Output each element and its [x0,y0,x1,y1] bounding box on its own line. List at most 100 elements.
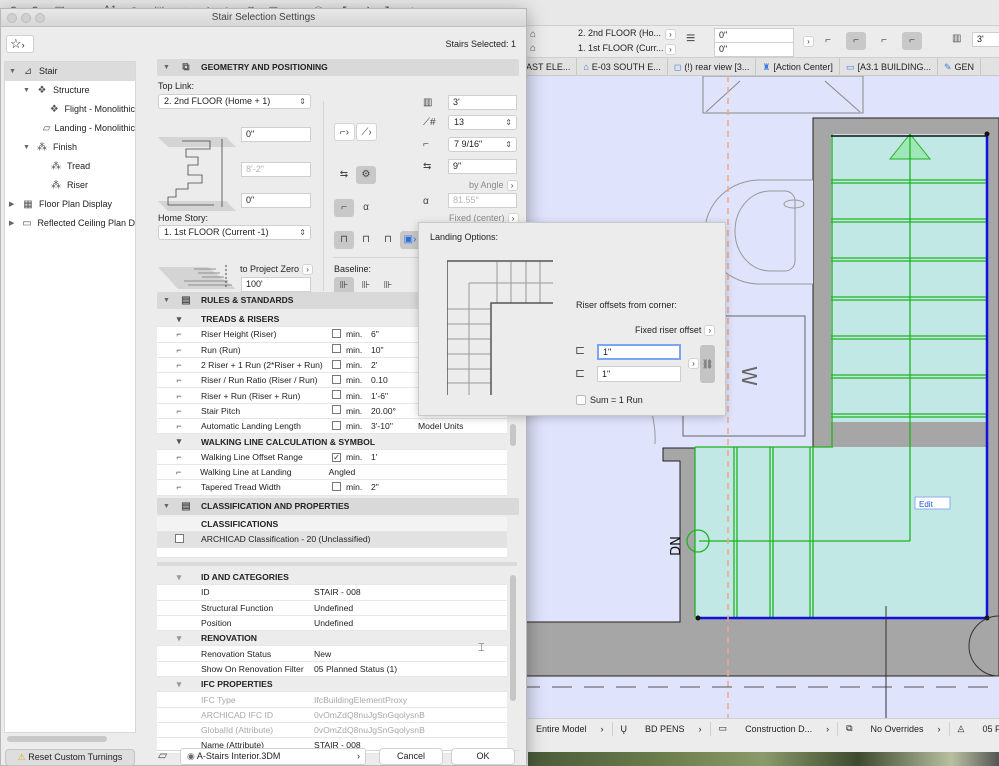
stair-type-button[interactable]: ⟋› [356,123,377,141]
property-value[interactable]: Undefined [314,618,353,628]
tree-item[interactable]: ▶ ▦ Floor Plan Display [5,195,135,214]
property-row[interactable]: ARCHICAD IFC ID 0vOmZdQ8nuJgSnGqolysnB [157,707,507,723]
pitch-lock-button[interactable]: α [356,199,376,217]
stair-type-icon-3[interactable]: ⌐ [874,32,894,50]
chevron-right-icon[interactable]: › [506,180,518,191]
by-angle-link[interactable]: by Angle › [469,180,518,191]
minimize-window-button[interactable] [21,13,31,23]
project-zero-chevron[interactable]: › [302,264,314,275]
riser-height-stepper[interactable]: 7 9/16" ⇕ [448,137,517,152]
classification-section-header[interactable]: ▼ ▤ CLASSIFICATION AND PROPERTIES [157,498,519,515]
rule-checkbox[interactable] [332,405,341,415]
property-group-header[interactable]: ▾ RENOVATION [157,631,507,647]
collapsed-triangle-icon[interactable]: ▶ [9,214,16,233]
flight-type-button-2[interactable]: ⊓ [356,231,376,249]
tree-horizontal-scrollbar[interactable] [7,736,107,742]
rule-value[interactable]: 2" [371,482,418,492]
status-item[interactable]: Ų BD PENS › [613,721,711,736]
sum-one-run-option[interactable]: Sum = 1 Run [576,395,643,405]
property-row[interactable]: GlobalId (Attribute) 0vOmZdQ8nuJgSnGqolys… [157,722,507,739]
flight-type-button-1[interactable]: ⊓ [334,231,354,249]
tread-depth-lock-button[interactable]: ⇆ [334,166,354,184]
top-offset-input[interactable]: 0" [241,127,311,142]
property-value[interactable]: Undefined [314,603,353,613]
riser-offset-1-input[interactable]: 1" [597,344,681,360]
view-tab[interactable]: ✎ GEN [938,58,982,76]
stair-type-icon-1[interactable]: ⌐ [818,32,838,50]
offset-chevron[interactable]: › [688,358,699,369]
stair-geometry-method-button[interactable]: ⌐› [334,123,355,141]
expanded-triangle-icon[interactable]: ▼ [23,138,31,157]
view-tab[interactable]: ♜ [Action Center] [756,58,840,76]
property-value[interactable]: 0vOmZdQ8nuJgSnGqolysnB [314,710,425,720]
expanded-triangle-icon[interactable]: ▼ [9,62,17,81]
property-value[interactable]: 05 Planned Status (1) [314,664,397,674]
landing-options-button[interactable]: ▣› [400,231,420,249]
chevron-right-icon[interactable]: › [704,325,716,336]
property-group-header[interactable]: ▾ IFC PROPERTIES [157,677,507,693]
property-row[interactable]: IFC Type IfcBuildingElementProxy [157,692,507,708]
rule-checkbox[interactable]: ✓ [332,452,341,462]
bottom-offset-input[interactable]: 0" [241,193,311,208]
tree-item[interactable]: ▼ ⊿ Stair [5,62,135,81]
walking-line-header[interactable]: ▾ WALKING LINE CALCULATION & SYMBOL [157,434,507,450]
tread-depth-input[interactable]: 9" [448,159,517,174]
rule-value[interactable]: 20.00° [371,406,418,416]
stair-type-icon-4[interactable]: ⌐ [902,32,922,50]
riser-count-stepper[interactable]: 13 ⇕ [448,115,517,130]
classification-checkbox[interactable] [174,533,184,543]
view-tab[interactable]: ⌂ E-03 SOUTH E... [577,58,668,76]
splitter[interactable] [157,562,517,566]
status-item[interactable]: Entire Model › [528,721,613,736]
rule-value[interactable]: 10" [371,345,418,355]
tree-item[interactable]: ▼ ❖ Structure [5,81,135,100]
stair-height-input[interactable]: 8'-2" [241,162,311,177]
status-item[interactable]: ▭ Construction D... › [711,721,839,736]
riser-offset-2-input[interactable]: 1" [597,366,681,382]
infobox-top-link[interactable]: 2. 2nd FLOOR (Ho... [578,28,661,38]
offset-chevron[interactable]: › [803,36,814,47]
property-row[interactable]: Show On Renovation Filter 05 Planned Stat… [157,661,507,678]
property-row[interactable]: Renovation Status New [157,646,507,662]
top-link-chevron[interactable]: › [665,29,676,40]
pitch-input[interactable]: 81.55° [448,193,517,208]
collapse-triangle-icon[interactable]: ▾ [157,572,201,583]
infobox-width[interactable]: 3' [972,32,999,47]
properties-scrollbar[interactable] [510,575,516,701]
collapsed-triangle-icon[interactable]: ▶ [9,195,17,214]
close-window-button[interactable] [7,13,17,23]
ok-button[interactable]: OK [451,748,515,765]
rule-value[interactable]: 0.10 [371,375,418,385]
tree-item[interactable]: ❖ Flight - Monolithic [5,100,135,119]
tread-angle-lock-button[interactable]: ⚙ [356,166,376,184]
edit-label[interactable]: Edit [919,500,934,509]
rule-checkbox[interactable] [332,374,341,384]
riser-height-lock-button[interactable]: ⌐ [334,199,354,217]
property-value[interactable]: IfcBuildingElementProxy [314,695,407,705]
property-row[interactable]: Structural Function Undefined [157,600,507,616]
collapse-triangle-icon[interactable]: ▾ [157,679,201,690]
classification-row[interactable]: ARCHICAD Classification - 20 (Unclassifi… [157,532,507,548]
property-value[interactable]: STAIR - 008 [314,587,361,597]
rule-checkbox[interactable] [332,328,341,338]
rule-checkbox[interactable] [332,359,341,369]
status-item[interactable]: ◬05 Planned Sta...› [950,722,999,736]
property-row[interactable]: Position Undefined [157,615,507,632]
tree-item[interactable]: ▼ ⁂ Finish [5,138,135,157]
link-offsets-toggle[interactable]: ⛓ [700,345,715,383]
collapse-triangle-icon[interactable]: ▾ [157,436,201,447]
property-value[interactable]: 0vOmZdQ8nuJgSnGqolysnB [314,725,425,735]
property-group-header[interactable]: ▾ ID AND CATEGORIES [157,570,507,586]
rule-value[interactable]: 2' [371,360,418,370]
rule-checkbox[interactable] [332,344,341,354]
cancel-button[interactable]: Cancel [379,748,443,765]
view-tab[interactable]: ▭ [A3.1 BUILDING... [840,58,938,76]
stair-width-input[interactable]: 3' [448,95,517,110]
infobox-home-story[interactable]: 1. 1st FLOOR (Curr... [578,43,664,53]
collapse-triangle-icon[interactable]: ▾ [157,633,201,644]
flight-type-button-3[interactable]: ⊓ [378,231,398,249]
project-zero-input[interactable]: 100' [241,277,311,292]
rule-checkbox[interactable] [332,420,341,430]
collapse-triangle-icon[interactable]: ▾ [157,314,201,325]
geometry-section-header[interactable]: ▼ ⧉ GEOMETRY AND POSITIONING [157,59,519,76]
